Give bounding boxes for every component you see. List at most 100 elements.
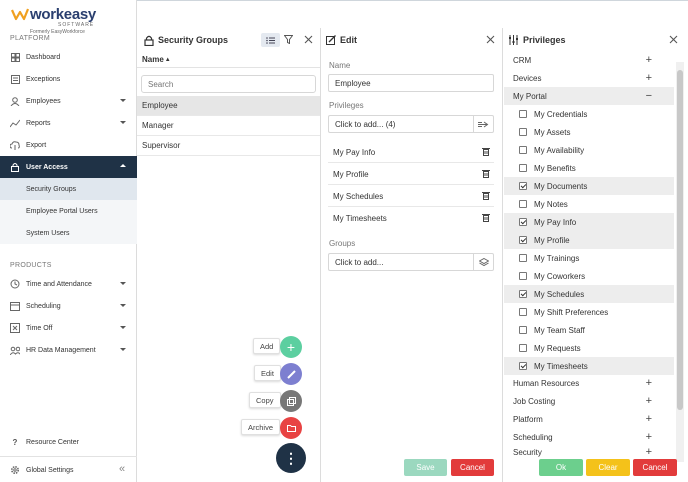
nav-reports[interactable]: Reports	[0, 113, 137, 133]
nav-employees[interactable]: Employees	[0, 91, 137, 111]
name-label: Name	[329, 61, 351, 70]
fab-copy-button[interactable]	[280, 390, 302, 412]
category-devices[interactable]: Devices +	[504, 69, 674, 87]
privilege-item[interactable]: My Shift Preferences	[504, 303, 674, 321]
filter-button[interactable]	[283, 35, 294, 46]
privilege-item-label: My Notes	[534, 199, 568, 209]
groups-add-field[interactable]: Click to add...	[328, 253, 473, 271]
privilege-item[interactable]: My Notes	[504, 195, 674, 213]
privilege-checkbox[interactable]	[519, 218, 527, 226]
collapse-sidebar-icon[interactable]: «	[119, 464, 125, 475]
category-my-portal[interactable]: My Portal −	[504, 87, 674, 105]
expand-icon: +	[645, 71, 652, 84]
privilege-item[interactable]: My Coworkers	[504, 267, 674, 285]
category-label: CRM	[513, 55, 532, 65]
subnav-system-users[interactable]: System Users	[0, 222, 137, 244]
list-view-button[interactable]	[261, 33, 280, 47]
privilege-checkbox[interactable]	[519, 146, 527, 154]
privilege-checkbox[interactable]	[519, 236, 527, 244]
privilege-checkbox[interactable]	[519, 272, 527, 280]
privilege-checkbox[interactable]	[519, 254, 527, 262]
nav-label: HR Data Management	[26, 346, 96, 354]
delete-privilege-button[interactable]	[482, 213, 490, 224]
privilege-item[interactable]: My Documents	[504, 177, 674, 195]
nav-dashboard[interactable]: Dashboard	[0, 47, 137, 67]
privilege-item[interactable]: My Profile	[504, 231, 674, 249]
privilege-checkbox[interactable]	[519, 326, 527, 334]
fab-archive-button[interactable]	[280, 417, 302, 439]
privilege-item[interactable]: My Assets	[504, 123, 674, 141]
category-security[interactable]: Security +	[504, 445, 674, 460]
group-row-supervisor[interactable]: Supervisor	[137, 136, 320, 156]
privilege-checkbox[interactable]	[519, 200, 527, 208]
nav-global-settings[interactable]: Global Settings	[0, 460, 137, 480]
nav-label: Export	[26, 141, 47, 149]
fab-menu-button[interactable]: ⋮	[276, 443, 306, 473]
privilege-checkbox[interactable]	[519, 290, 527, 298]
privilege-checkbox[interactable]	[519, 164, 527, 172]
privilege-item[interactable]: My Credentials	[504, 105, 674, 123]
close-edit-button[interactable]	[486, 35, 495, 46]
privilege-checkbox[interactable]	[519, 362, 527, 370]
nav-hr-data-management[interactable]: HR Data Management	[0, 340, 137, 360]
calendar-icon	[10, 301, 20, 311]
privilege-checkbox[interactable]	[519, 110, 527, 118]
nav-user-access[interactable]: User Access	[0, 156, 137, 178]
scrollbar-thumb[interactable]	[677, 70, 683, 410]
nav-scheduling[interactable]: Scheduling	[0, 296, 137, 316]
brand-logo[interactable]: workeasy SOFTWARE Formerly EasyWorkforce	[8, 6, 128, 35]
nav-exceptions[interactable]: Exceptions	[0, 69, 137, 89]
privilege-item[interactable]: My Schedules	[504, 285, 674, 303]
category-human-resources[interactable]: Human Resources +	[504, 374, 674, 392]
name-input[interactable]: Employee	[328, 74, 494, 92]
privilege-item[interactable]: My Availability	[504, 141, 674, 159]
nav-label: Global Settings	[26, 466, 74, 474]
nav-label: User Access	[26, 163, 68, 171]
subnav-employee-portal-users[interactable]: Employee Portal Users	[0, 200, 137, 222]
delete-privilege-button[interactable]	[482, 147, 490, 158]
subnav-security-groups[interactable]: Security Groups	[0, 178, 137, 200]
clear-button[interactable]: Clear	[586, 459, 630, 476]
fab-copy-label[interactable]: Copy	[249, 392, 281, 408]
nav-export[interactable]: Export	[0, 135, 137, 155]
privileges-picker-button[interactable]	[473, 115, 494, 133]
delete-privilege-button[interactable]	[482, 191, 490, 202]
groups-picker-button[interactable]	[473, 253, 494, 271]
name-column-header[interactable]: Name ▲	[137, 52, 320, 68]
delete-privilege-button[interactable]	[482, 169, 490, 180]
fab-edit-label[interactable]: Edit	[254, 365, 281, 381]
nav-resource-center[interactable]: ? Resource Center	[0, 432, 137, 452]
nav-time-off[interactable]: Time Off	[0, 318, 137, 338]
privileges-add-field[interactable]: Click to add... (4)	[328, 115, 473, 133]
fab-archive-label[interactable]: Archive	[241, 419, 281, 435]
collapse-icon: −	[645, 89, 652, 102]
save-button[interactable]: Save	[404, 459, 447, 476]
privileges-cancel-button[interactable]: Cancel	[633, 459, 677, 476]
close-privileges-button[interactable]	[669, 35, 678, 46]
category-platform[interactable]: Platform +	[504, 410, 674, 428]
close-groups-button[interactable]	[304, 35, 313, 46]
group-row-manager[interactable]: Manager	[137, 116, 320, 136]
search-input[interactable]	[141, 75, 316, 93]
cancel-button[interactable]: Cancel	[451, 459, 494, 476]
category-crm[interactable]: CRM +	[504, 51, 674, 69]
fab-add-label[interactable]: Add	[253, 338, 281, 354]
privilege-item[interactable]: My Timesheets	[504, 357, 674, 375]
privilege-checkbox[interactable]	[519, 344, 527, 352]
category-scheduling[interactable]: Scheduling +	[504, 428, 674, 446]
privilege-checkbox[interactable]	[519, 182, 527, 190]
fab-edit-button[interactable]	[280, 363, 302, 385]
ok-button[interactable]: Ok	[539, 459, 583, 476]
privilege-item[interactable]: My Benefits	[504, 159, 674, 177]
privileges-scrollbar[interactable]	[676, 62, 684, 462]
privilege-item[interactable]: My Pay Info	[504, 213, 674, 231]
privilege-item[interactable]: My Trainings	[504, 249, 674, 267]
category-job-costing[interactable]: Job Costing +	[504, 392, 674, 410]
privilege-item[interactable]: My Team Staff	[504, 321, 674, 339]
fab-add-button[interactable]: +	[280, 336, 302, 358]
privilege-checkbox[interactable]	[519, 308, 527, 316]
privilege-item[interactable]: My Requests	[504, 339, 674, 357]
privilege-checkbox[interactable]	[519, 128, 527, 136]
nav-time-and-attendance[interactable]: Time and Attendance	[0, 274, 137, 294]
group-row-employee[interactable]: Employee	[137, 96, 320, 116]
